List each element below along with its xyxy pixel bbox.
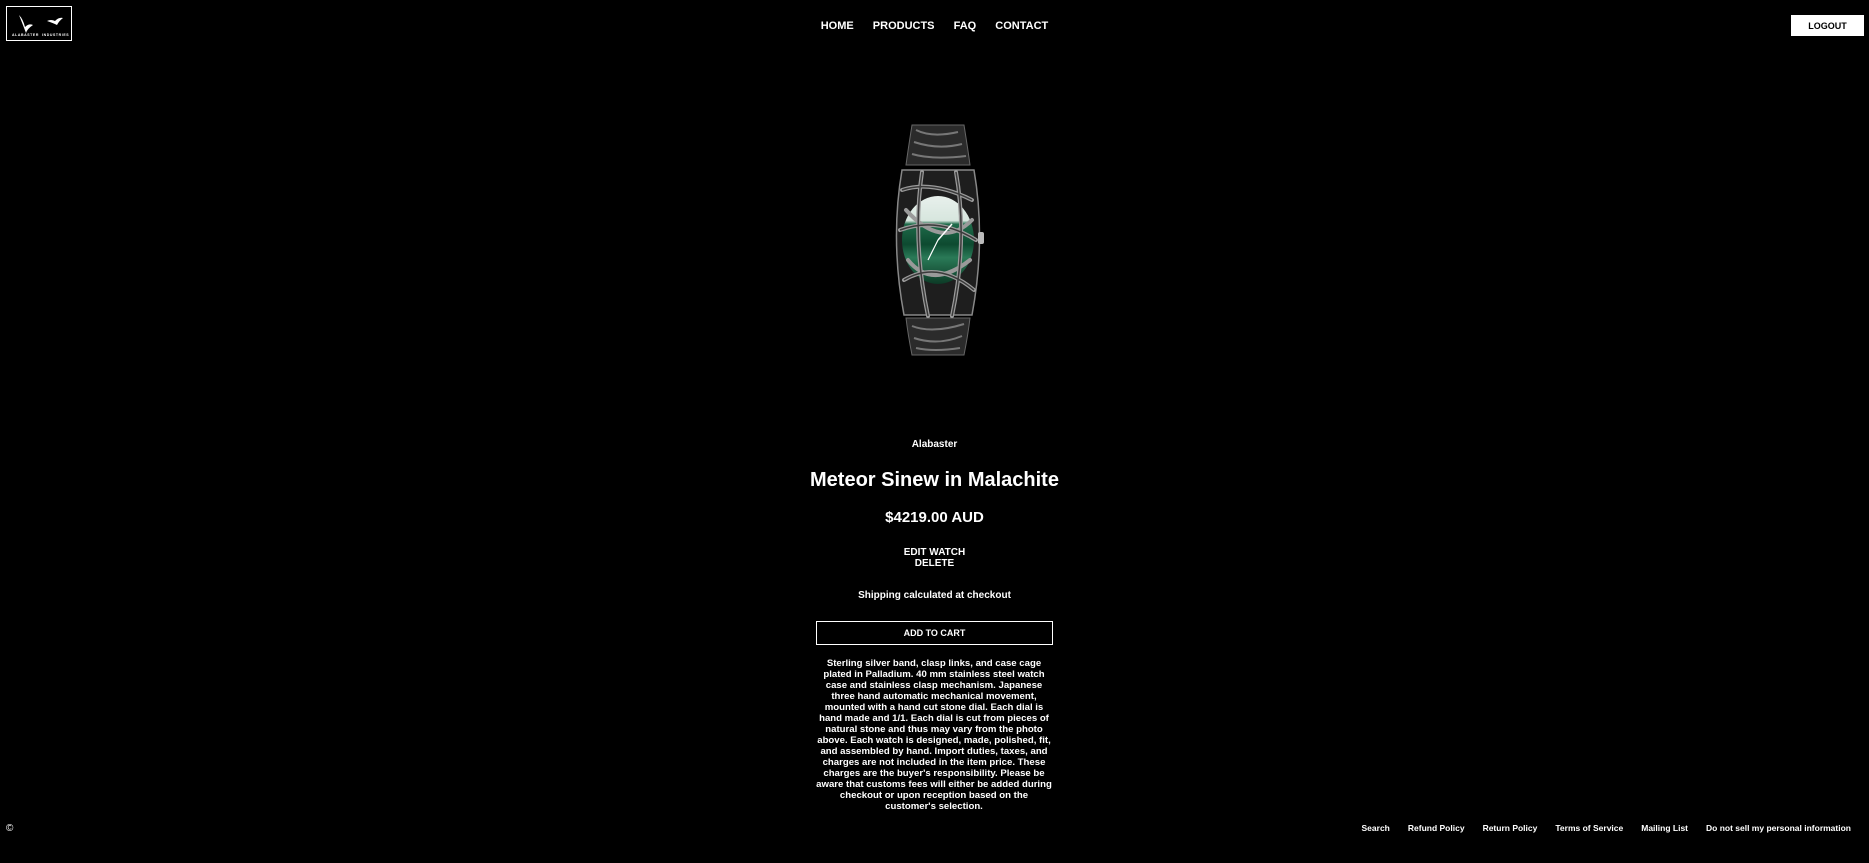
footer-link-search[interactable]: Search bbox=[1362, 823, 1390, 833]
footer-links: Search Refund Policy Return Policy Terms… bbox=[1362, 823, 1851, 833]
footer-link-terms-of-service[interactable]: Terms of Service bbox=[1555, 823, 1623, 833]
nav-home[interactable]: HOME bbox=[821, 20, 854, 32]
product-description: Sterling silver band, clasp links, and c… bbox=[816, 658, 1052, 812]
footer-link-do-not-sell[interactable]: Do not sell my personal information bbox=[1706, 823, 1851, 833]
logo-left-text: ALABASTER bbox=[12, 33, 39, 37]
footer-link-mailing-list[interactable]: Mailing List bbox=[1641, 823, 1688, 833]
logo-right-text: INDUSTRIES bbox=[42, 33, 70, 37]
edit-watch-link[interactable]: EDIT WATCH bbox=[0, 547, 1869, 558]
nav-products[interactable]: PRODUCTS bbox=[873, 20, 935, 32]
product-vendor: Alabaster bbox=[911, 439, 958, 450]
delete-link[interactable]: DELETE bbox=[0, 558, 1869, 569]
product-title: Meteor Sinew in Malachite bbox=[810, 469, 1059, 491]
nav-contact[interactable]: CONTACT bbox=[995, 20, 1048, 32]
nav-faq[interactable]: FAQ bbox=[954, 20, 977, 32]
main-nav: HOME PRODUCTS FAQ CONTACT bbox=[0, 20, 1869, 32]
watch-product-image[interactable] bbox=[872, 120, 1002, 360]
product-price: $4219.00 AUD bbox=[885, 509, 984, 526]
logout-button[interactable]: LOGOUT bbox=[1791, 15, 1864, 36]
add-to-cart-button[interactable]: ADD TO CART bbox=[816, 621, 1053, 645]
copyright-icon: © bbox=[6, 823, 14, 834]
footer-link-refund-policy[interactable]: Refund Policy bbox=[1408, 823, 1465, 833]
shipping-note: Shipping calculated at checkout bbox=[858, 590, 1011, 601]
footer-link-return-policy[interactable]: Return Policy bbox=[1483, 823, 1538, 833]
